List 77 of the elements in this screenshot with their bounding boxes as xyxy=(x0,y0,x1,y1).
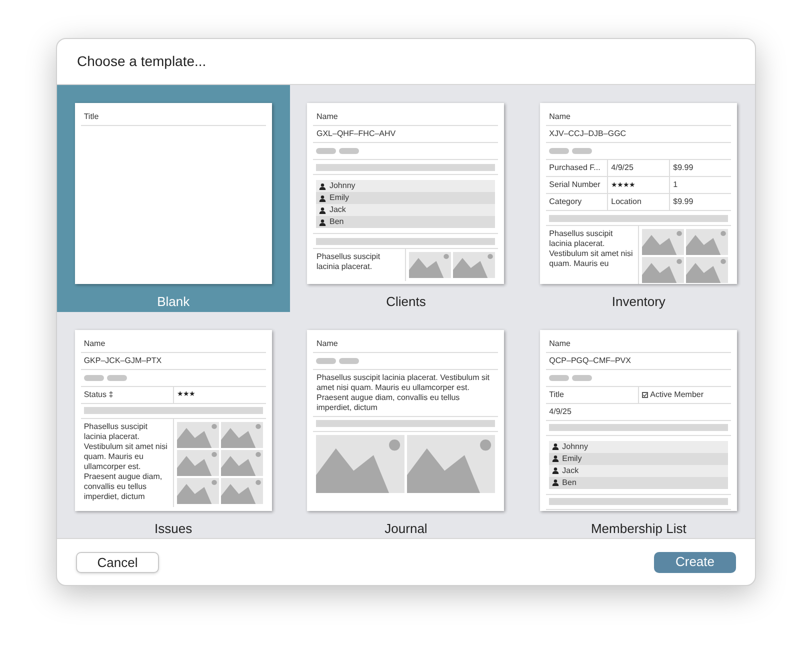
cancel-button[interactable]: Cancel xyxy=(76,552,159,572)
field-label: Name xyxy=(316,338,338,350)
tag-pill xyxy=(106,374,127,381)
field-label: Name xyxy=(549,338,570,350)
paragraph: Phasellus suscipit lacinia placerat. xyxy=(316,252,382,272)
picture-placeholder xyxy=(220,478,263,504)
template-name: Issues xyxy=(154,520,192,538)
picture-placeholder xyxy=(176,478,219,504)
tag-pill xyxy=(572,374,592,381)
field-label: 1 xyxy=(673,179,678,192)
picture-placeholder xyxy=(176,450,219,476)
field-label: Status ‡ xyxy=(84,388,114,401)
template-name: Inventory xyxy=(612,293,666,312)
template-tile[interactable]: Name QCP–PGQ–CMF–PVX Title Active Member 4/9/25 Johnny Emily Jack Ben Membership List xyxy=(522,312,755,538)
field-label: Purchased F... xyxy=(549,162,600,174)
tag-pill xyxy=(316,358,336,364)
list-item-name: Johnny xyxy=(562,440,588,453)
template-tile[interactable]: Name Phasellus suscipit lacinia placerat. Vestibulum sit amet nisi quam. Mauris eu ullamcorper est. Praesent augue diam, convallis eu tellus imperdiet, dictum Journal xyxy=(290,312,522,538)
tag-pill xyxy=(84,374,104,381)
person-icon xyxy=(319,218,326,226)
paragraph: Phasellus suscipit lacinia placerat. Vestibulum sit amet nisi quam. Mauris eu xyxy=(549,229,634,270)
list-item-name: Jack xyxy=(329,204,346,216)
picture-placeholder xyxy=(220,450,263,476)
tag-pill xyxy=(549,374,570,381)
tag-pill xyxy=(316,148,336,154)
paragraph: Phasellus suscipit lacinia placerat. Vestibulum sit amet nisi quam. Mauris eu ullamcorper est. Praesent augue diam, convallis eu tellus imperdiet, dictum xyxy=(84,422,168,502)
tag-pill xyxy=(339,358,360,364)
picture-placeholder xyxy=(642,257,684,284)
tag-pill xyxy=(572,148,592,154)
tag-pill xyxy=(549,148,570,154)
field-label: Active Member xyxy=(650,388,704,401)
dialog-title: Choose a template... xyxy=(77,52,206,71)
field-label: Name xyxy=(549,111,570,124)
template-tile[interactable]: Title Blank xyxy=(57,85,290,312)
person-icon xyxy=(319,194,326,202)
picture-placeholder xyxy=(220,422,263,448)
person-icon xyxy=(319,206,326,214)
list-item-name: Ben xyxy=(562,476,576,489)
picture-placeholder xyxy=(176,422,219,448)
field-label: Serial Number xyxy=(549,179,600,192)
field-label: GKP–JCK–GJM–PTX xyxy=(84,354,162,367)
list-item-name: Jack xyxy=(562,464,579,477)
person-icon xyxy=(552,455,560,462)
field-label: Title xyxy=(84,111,99,124)
field-label: Title xyxy=(549,388,564,401)
template-name: Membership List xyxy=(590,520,686,538)
template-tile[interactable]: Name GXL–QHF–FHC–AHV Johnny Emily Jack Ben Phasellus suscipit lacinia placerat. Clients xyxy=(290,85,522,312)
field-label: QCP–PGQ–CMF–PVX xyxy=(549,354,631,367)
create-button[interactable]: Create xyxy=(654,552,736,572)
picture-placeholder xyxy=(642,229,684,256)
picture-placeholder xyxy=(453,252,496,278)
field-label: Category xyxy=(549,196,582,208)
picture-placeholder xyxy=(686,229,728,256)
field-label: 4/9/25 xyxy=(549,406,572,418)
template-name: Clients xyxy=(386,293,426,312)
field-label: Name xyxy=(316,111,338,124)
field-label: 4/9/25 xyxy=(611,162,634,174)
tag-pill xyxy=(339,148,360,154)
field-label: $9.99 xyxy=(673,162,694,174)
person-icon xyxy=(552,467,560,474)
list-item-name: Johnny xyxy=(329,180,356,192)
list-item-name: Emily xyxy=(329,192,350,204)
list-item-name: Emily xyxy=(562,452,582,465)
field-label: Name xyxy=(84,338,106,350)
picture-placeholder xyxy=(409,252,452,278)
field-label: $9.99 xyxy=(673,196,694,208)
picture-placeholder xyxy=(686,257,728,284)
person-icon xyxy=(319,182,326,190)
template-name: Journal xyxy=(384,520,428,538)
list-item-name: Ben xyxy=(329,216,344,228)
field-label: XJV–CCJ–DJB–GGC xyxy=(549,128,626,140)
field-label: Location xyxy=(611,196,642,208)
field-label: GXL–QHF–FHC–AHV xyxy=(316,128,396,140)
paragraph: Phasellus suscipit lacinia placerat. Vestibulum sit amet nisi quam. Mauris eu ullamcorper est. Praesent augue diam, convallis eu tellus imperdiet, dictum xyxy=(316,372,490,413)
person-icon xyxy=(552,443,560,450)
person-icon xyxy=(552,479,560,486)
template-name: Blank xyxy=(157,293,190,312)
